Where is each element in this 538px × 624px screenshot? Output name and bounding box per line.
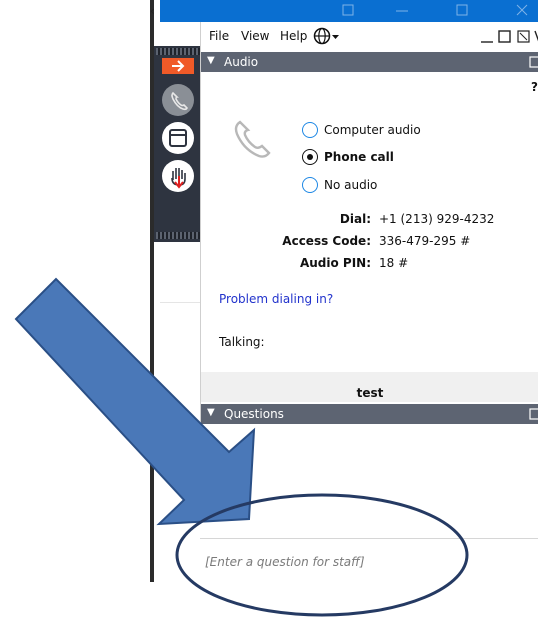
annotation-ellipse xyxy=(175,493,469,617)
annotation-arrow xyxy=(14,277,256,526)
annotation-overlay xyxy=(14,277,469,617)
